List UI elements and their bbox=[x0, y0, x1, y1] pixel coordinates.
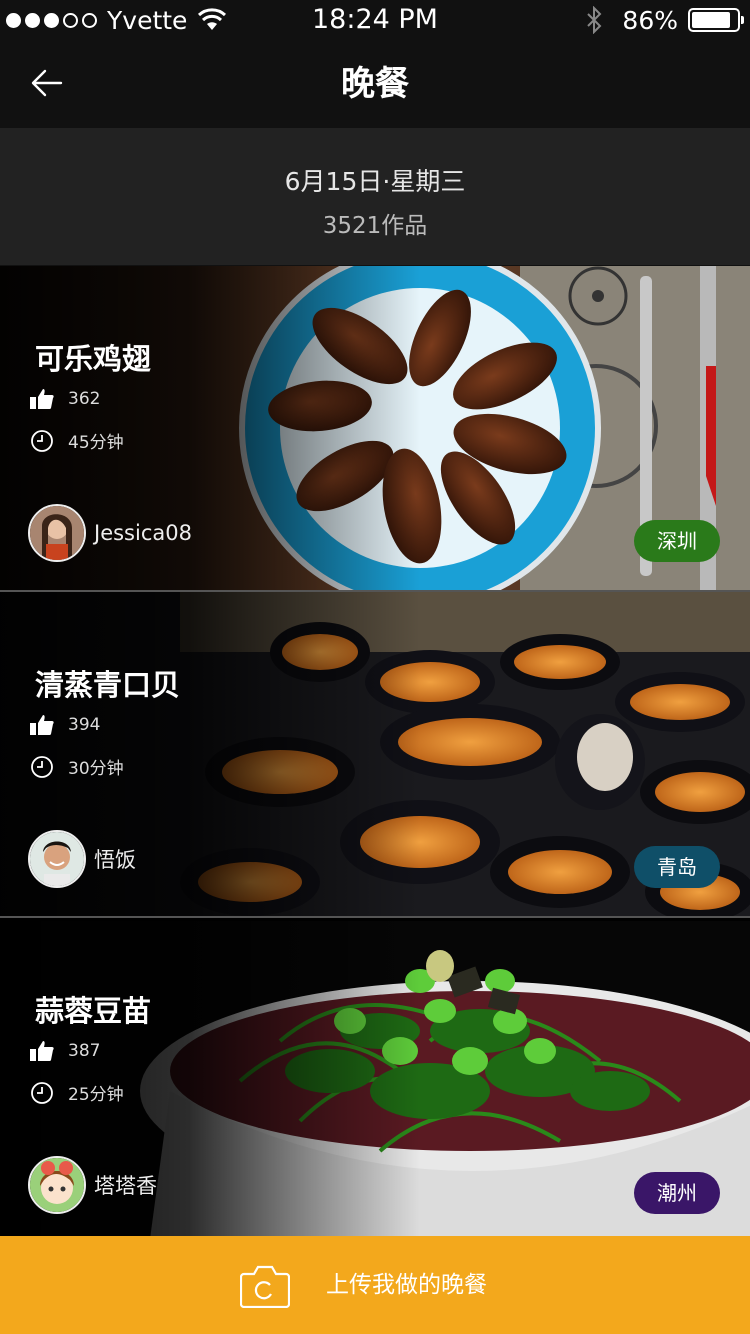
dish-card[interactable]: 清蒸青口贝 394 30分钟 悟饭 青岛 bbox=[0, 592, 750, 916]
day-header: 6月15日·星期三 3521作品 bbox=[0, 128, 750, 265]
upload-label: 上传我做的晚餐 bbox=[326, 1272, 487, 1298]
upload-dinner-button[interactable]: 上传我做的晚餐 bbox=[0, 1236, 750, 1334]
nav-bar: 晚餐 bbox=[0, 40, 750, 128]
page-title: 晚餐 bbox=[341, 64, 409, 104]
cook-time-value: 30分钟 bbox=[68, 759, 124, 779]
clock-icon bbox=[31, 429, 53, 452]
thumbs-up-icon bbox=[30, 1041, 54, 1061]
dish-title: 蒜蓉豆苗 bbox=[35, 994, 152, 1028]
cook-time: 25分钟 bbox=[30, 1080, 124, 1105]
thumbs-up-icon bbox=[30, 715, 54, 735]
city-tag[interactable]: 深圳 bbox=[634, 520, 720, 562]
cook-time-value: 25分钟 bbox=[68, 1085, 124, 1105]
avatar[interactable] bbox=[28, 1156, 86, 1214]
author-name: 悟饭 bbox=[94, 848, 136, 872]
bluetooth-icon bbox=[587, 6, 602, 34]
date-label: 6月15日·星期三 bbox=[284, 167, 466, 196]
likes[interactable]: 362 bbox=[30, 388, 100, 410]
status-bar: Yvette 18:24 PM 86% bbox=[0, 0, 750, 40]
works-count: 3521作品 bbox=[322, 213, 428, 239]
city-tag[interactable]: 青岛 bbox=[634, 846, 720, 888]
camera-icon bbox=[240, 1265, 290, 1308]
avatar[interactable] bbox=[28, 504, 86, 562]
likes-count: 362 bbox=[68, 389, 101, 409]
dish-card[interactable]: 蒜蓉豆苗 387 25分钟 塔塔香 潮州 bbox=[0, 918, 750, 1236]
clock-icon bbox=[31, 1081, 53, 1104]
battery-icon bbox=[688, 8, 744, 32]
author-name: 塔塔香 bbox=[94, 1174, 157, 1198]
dish-card[interactable]: 可乐鸡翅 362 45分钟 Jessica08 深圳 bbox=[0, 266, 750, 590]
dish-title: 可乐鸡翅 bbox=[35, 342, 152, 376]
battery-percent: 86% bbox=[622, 5, 678, 35]
author[interactable]: Jessica08 bbox=[28, 504, 192, 562]
cook-time: 45分钟 bbox=[30, 428, 124, 453]
likes[interactable]: 394 bbox=[30, 714, 100, 736]
author[interactable]: 悟饭 bbox=[28, 830, 136, 888]
author-name: Jessica08 bbox=[94, 521, 192, 545]
thumbs-up-icon bbox=[30, 389, 54, 409]
likes-count: 387 bbox=[68, 1041, 101, 1061]
likes[interactable]: 387 bbox=[30, 1040, 100, 1062]
clock-icon bbox=[31, 755, 53, 778]
likes-count: 394 bbox=[68, 715, 101, 735]
city-tag[interactable]: 潮州 bbox=[634, 1172, 720, 1214]
dish-title: 清蒸青口贝 bbox=[35, 668, 181, 702]
cook-time-value: 45分钟 bbox=[68, 433, 124, 453]
avatar[interactable] bbox=[28, 830, 86, 888]
author[interactable]: 塔塔香 bbox=[28, 1156, 157, 1214]
cook-time: 30分钟 bbox=[30, 754, 124, 779]
